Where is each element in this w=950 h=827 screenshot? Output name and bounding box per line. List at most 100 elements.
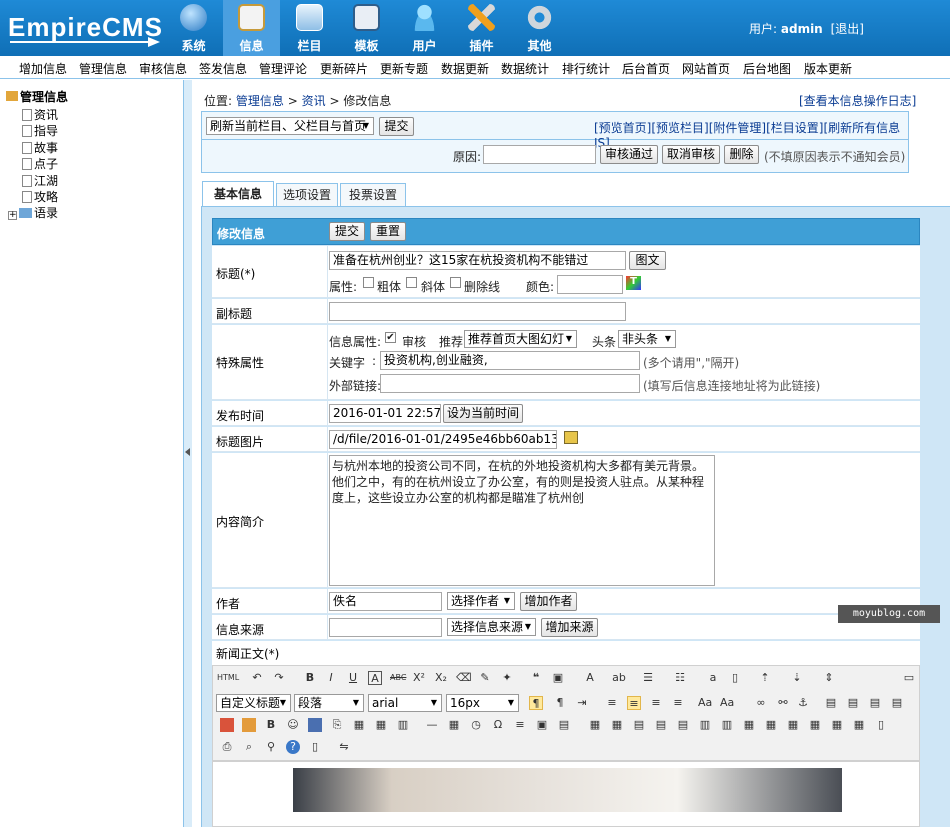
set-current-time-button[interactable]: 设为当前时间 <box>443 404 523 423</box>
date-icon[interactable]: ▦ <box>447 718 461 732</box>
unlink-icon[interactable]: ⚯ <box>776 696 790 710</box>
nav-other[interactable]: 其他 <box>511 0 568 56</box>
audit-checkbox[interactable]: ✔ <box>385 332 396 343</box>
color-input[interactable] <box>557 275 623 294</box>
row-spacing-top-icon[interactable]: ⇡ <box>758 671 772 685</box>
special-char-icon[interactable]: Ω <box>491 718 505 732</box>
add-source-button[interactable]: 增加来源 <box>541 618 598 637</box>
tree-item[interactable]: 资讯 <box>22 106 58 123</box>
reason-input[interactable] <box>483 145 596 164</box>
gmap-icon[interactable]: ▦ <box>374 718 388 732</box>
source-icon[interactable]: HTML <box>217 671 239 685</box>
underline-icon[interactable]: U <box>346 671 360 685</box>
menu-admin-map[interactable]: 后台地图 <box>743 60 791 77</box>
undo-icon[interactable]: ↶ <box>250 671 264 685</box>
multi-image-icon[interactable] <box>242 718 256 732</box>
align-right-icon[interactable]: ≡ <box>649 696 663 710</box>
insert-image-icon[interactable] <box>220 718 234 732</box>
breadcrumb-news[interactable]: 资讯 <box>302 94 326 108</box>
rtl-icon[interactable]: ¶ <box>553 696 567 710</box>
iframe-icon[interactable]: ▥ <box>396 718 410 732</box>
time-icon[interactable]: ◷ <box>469 718 483 732</box>
tab-vote[interactable]: 投票设置 <box>340 183 406 207</box>
split-cells-icon[interactable]: ▦ <box>808 718 822 732</box>
approve-button[interactable]: 审核通过 <box>600 145 658 164</box>
case-upper-icon[interactable]: Aa <box>698 696 712 710</box>
menu-sign-info[interactable]: 签发信息 <box>199 60 247 77</box>
emotion-icon[interactable]: ☺ <box>286 718 300 732</box>
menu-admin-home[interactable]: 后台首页 <box>622 60 670 77</box>
nav-column[interactable]: 栏目 <box>281 0 338 56</box>
title-input[interactable]: 准备在杭州创业？这15家在杭投资机构不能错过 <box>329 251 626 270</box>
nav-plugin[interactable]: 插件 <box>453 0 510 56</box>
menu-update-topics[interactable]: 更新专题 <box>380 60 428 77</box>
line-height-icon[interactable]: ⇕ <box>822 671 836 685</box>
word-image-icon[interactable]: ⇋ <box>337 740 351 754</box>
split-rows-icon[interactable]: ▦ <box>830 718 844 732</box>
delete-row-icon[interactable]: ▤ <box>676 718 690 732</box>
menu-ranking-stats[interactable]: 排行统计 <box>562 60 610 77</box>
cancel-approve-button[interactable]: 取消审核 <box>662 145 720 164</box>
paste-text-icon[interactable]: ▣ <box>551 671 565 685</box>
expand-icon[interactable]: + <box>8 211 17 220</box>
form-submit-button[interactable]: 提交 <box>329 222 365 241</box>
intro-textarea[interactable]: 与杭州本地的投资公司不同，在杭的外地投资机构大多都有美元背景。他们之中，有的在杭… <box>329 455 715 586</box>
anchor-icon[interactable]: ⚓ <box>796 696 810 710</box>
breadcrumb-manage[interactable]: 管理信息 <box>236 94 284 108</box>
source-input[interactable] <box>329 618 442 637</box>
menu-audit-info[interactable]: 审核信息 <box>139 60 187 77</box>
bold-b-icon[interactable]: B <box>264 718 278 732</box>
menu-version-update[interactable]: 版本更新 <box>804 60 852 77</box>
merge-right-icon[interactable]: ▦ <box>764 718 778 732</box>
refresh-select[interactable]: 刷新当前栏目、父栏目与首页 <box>206 117 374 135</box>
italic-icon[interactable]: I <box>324 671 338 685</box>
tree-item[interactable]: 指导 <box>22 122 58 139</box>
delete-col-icon[interactable]: ▥ <box>720 718 734 732</box>
menu-manage-info[interactable]: 管理信息 <box>79 60 127 77</box>
external-link-input[interactable] <box>380 374 640 393</box>
select-all-icon[interactable]: a <box>706 671 720 685</box>
help-icon[interactable]: ? <box>286 740 300 754</box>
clear-doc-icon[interactable]: ▯ <box>728 671 742 685</box>
tree-item[interactable]: 攻略 <box>22 188 58 205</box>
subscript-icon[interactable]: X₂ <box>434 671 448 685</box>
row-spacing-bottom-icon[interactable]: ⇣ <box>790 671 804 685</box>
link-icon[interactable]: ∞ <box>754 696 768 710</box>
menu-update-fragments[interactable]: 更新碎片 <box>320 60 368 77</box>
column-settings-link[interactable]: [栏目设置] <box>766 121 823 135</box>
menu-data-update[interactable]: 数据更新 <box>441 60 489 77</box>
insert-col-icon[interactable]: ▥ <box>698 718 712 732</box>
hr-icon[interactable]: ≡ <box>513 718 527 732</box>
strikethrough-icon[interactable]: ABC <box>390 671 406 685</box>
strike-checkbox[interactable] <box>450 277 461 288</box>
preview-icon[interactable]: ⌕ <box>242 740 256 754</box>
split-cols-icon[interactable]: ▦ <box>852 718 866 732</box>
image-left-icon[interactable]: ▤ <box>846 696 860 710</box>
preview-column-link[interactable]: [预览栏目] <box>651 121 708 135</box>
attachment-manage-link[interactable]: [附件管理] <box>709 121 766 135</box>
recommend-select[interactable]: 推荐首页大图幻灯 <box>464 330 577 348</box>
search-replace-icon[interactable]: ⚲ <box>264 740 278 754</box>
author-input[interactable]: 佚名 <box>329 592 442 611</box>
title-image-button[interactable]: 图文 <box>629 251 666 270</box>
editor-body[interactable] <box>212 761 920 827</box>
form-reset-button[interactable]: 重置 <box>370 222 406 241</box>
bold-icon[interactable]: B <box>303 671 317 685</box>
paragraph-select[interactable]: 段落 <box>294 694 364 712</box>
tree-folder[interactable]: + 语录 <box>8 204 58 221</box>
delete-button[interactable]: 删除 <box>724 145 759 164</box>
merge-cells-icon[interactable]: ▦ <box>742 718 756 732</box>
menu-data-stats[interactable]: 数据统计 <box>501 60 549 77</box>
insert-row-icon[interactable]: ▤ <box>654 718 668 732</box>
tab-options[interactable]: 选项设置 <box>276 183 338 207</box>
blockquote-icon[interactable]: ❝ <box>529 671 543 685</box>
video-icon[interactable] <box>308 718 322 732</box>
tab-basic-info[interactable]: 基本信息 <box>202 181 274 207</box>
nav-info[interactable]: 信息 <box>223 0 280 56</box>
image-center-icon[interactable]: ▤ <box>890 696 904 710</box>
headline-select[interactable]: 非头条 <box>618 330 676 348</box>
image-right-icon[interactable]: ▤ <box>868 696 882 710</box>
table-icon[interactable]: ▦ <box>588 718 602 732</box>
eraser-icon[interactable]: ⌫ <box>456 671 472 685</box>
subtitle-input[interactable] <box>329 302 626 321</box>
